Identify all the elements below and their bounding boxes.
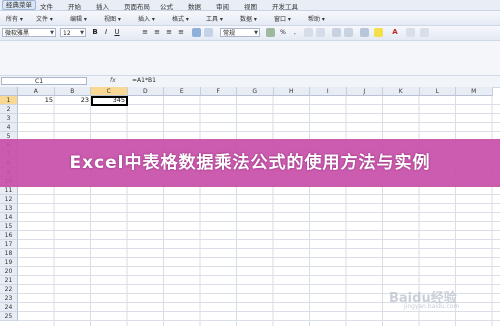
fx-icon[interactable]: fx xyxy=(110,77,116,84)
row-header-17[interactable]: 17 xyxy=(0,240,18,249)
row-header-23[interactable]: 23 xyxy=(0,294,18,303)
row-header-13[interactable]: 13 xyxy=(0,204,18,213)
underline-icon[interactable]: U xyxy=(112,28,122,37)
menu-insert[interactable]: 插入 xyxy=(96,1,109,11)
decrease-decimal-icon[interactable] xyxy=(316,28,325,37)
number-format-select[interactable]: 常规 ▼ xyxy=(220,28,260,37)
menu-developer[interactable]: 开发工具 xyxy=(272,1,298,11)
chevron-down-icon: ▼ xyxy=(254,30,258,36)
cell-b1[interactable]: 23 xyxy=(54,96,89,105)
align-right-icon[interactable]: ≡ xyxy=(164,28,174,37)
menu-review[interactable]: 审阅 xyxy=(216,1,229,11)
menu-formulas[interactable]: 公式 xyxy=(160,1,173,11)
justify-icon[interactable]: ≡ xyxy=(176,28,186,37)
column-header-c[interactable]: C xyxy=(91,87,128,96)
column-header-m[interactable]: M xyxy=(456,87,493,96)
wrap-text-icon[interactable] xyxy=(204,28,213,37)
fill-color-icon[interactable] xyxy=(374,28,383,37)
column-header-a[interactable]: A xyxy=(18,87,55,96)
toolbar-tools[interactable]: 工具 ▾ xyxy=(206,14,223,23)
row-header-21[interactable]: 21 xyxy=(0,276,18,285)
row-header-1[interactable]: 1 xyxy=(0,96,18,105)
formatting-toolbar: 微软雅黑 ▼ 12 ▼ B I U ≡ ≡ ≡ ≡ 常规 ▼ % , A xyxy=(0,26,500,41)
row-header-14[interactable]: 14 xyxy=(0,213,18,222)
column-header-j[interactable]: J xyxy=(346,87,383,96)
toolbar-data[interactable]: 数据 ▾ xyxy=(240,14,257,23)
column-header-g[interactable]: G xyxy=(237,87,274,96)
banner-title: Excel中表格数据乘法公式的使用方法与实例 xyxy=(69,153,431,173)
increase-decimal-icon[interactable] xyxy=(304,28,313,37)
chevron-down-icon: ▼ xyxy=(50,30,54,36)
row-header-20[interactable]: 20 xyxy=(0,267,18,276)
merge-cells-icon[interactable] xyxy=(192,28,201,37)
menu-data[interactable]: 数据 xyxy=(188,1,201,11)
clear-format-icon[interactable] xyxy=(420,28,429,37)
increase-indent-icon[interactable] xyxy=(344,28,353,37)
column-header-k[interactable]: K xyxy=(383,87,420,96)
name-box-value: C1 xyxy=(35,78,44,85)
format-painter-icon[interactable] xyxy=(406,28,415,37)
column-header-e[interactable]: E xyxy=(164,87,201,96)
select-all-corner[interactable] xyxy=(0,87,18,96)
align-left-icon[interactable]: ≡ xyxy=(140,28,150,37)
column-header-d[interactable]: D xyxy=(127,87,164,96)
toolbar-help[interactable]: 帮助 ▾ xyxy=(308,14,325,23)
column-header-h[interactable]: H xyxy=(273,87,310,96)
column-header-b[interactable]: B xyxy=(54,87,91,96)
menu-home[interactable]: 开始 xyxy=(68,1,81,11)
toolbar-file[interactable]: 文件 ▾ xyxy=(36,14,53,23)
column-header-l[interactable]: L xyxy=(419,87,456,96)
active-cell-selection xyxy=(91,96,128,106)
row-header-12[interactable]: 12 xyxy=(0,195,18,204)
toolbar-edit[interactable]: 编辑 ▾ xyxy=(70,14,87,23)
font-size-value: 12 xyxy=(63,30,71,37)
menu-page-layout[interactable]: 页面布局 xyxy=(124,1,150,11)
column-header-i[interactable]: I xyxy=(310,87,347,96)
comma-style-icon[interactable]: , xyxy=(290,28,300,37)
chevron-down-icon: ▼ xyxy=(80,30,84,36)
ribbon-area xyxy=(0,41,500,75)
column-header-f[interactable]: F xyxy=(200,87,237,96)
row-header-2[interactable]: 2 xyxy=(0,105,18,114)
row-header-19[interactable]: 19 xyxy=(0,258,18,267)
toolbar-insert[interactable]: 插入 ▾ xyxy=(138,14,155,23)
formula-input[interactable]: =A1*B1 xyxy=(132,77,156,84)
row-header-25[interactable]: 25 xyxy=(0,312,18,321)
percent-icon[interactable]: % xyxy=(278,28,288,37)
toolbar-all[interactable]: 所有 ▾ xyxy=(6,14,23,23)
row-header-4[interactable]: 4 xyxy=(0,123,18,132)
menu-file[interactable]: 文件 xyxy=(40,1,53,11)
menu-view[interactable]: 视图 xyxy=(244,1,257,11)
align-center-icon[interactable]: ≡ xyxy=(152,28,162,37)
cell-a1[interactable]: 15 xyxy=(18,96,53,105)
font-name-select[interactable]: 微软雅黑 ▼ xyxy=(2,28,56,37)
menu-bar: 经典菜单 文件 开始 插入 页面布局 公式 数据 审阅 视图 开发工具 xyxy=(0,0,500,11)
row-header-18[interactable]: 18 xyxy=(0,249,18,258)
font-name-value: 微软雅黑 xyxy=(5,30,30,37)
number-format-value: 常规 xyxy=(223,30,236,37)
row-header-3[interactable]: 3 xyxy=(0,114,18,123)
name-box[interactable]: C1 xyxy=(1,77,87,85)
row-header-22[interactable]: 22 xyxy=(0,285,18,294)
row-header-15[interactable]: 15 xyxy=(0,222,18,231)
toolbar-view[interactable]: 视图 ▾ xyxy=(104,14,121,23)
font-size-select[interactable]: 12 ▼ xyxy=(60,28,86,37)
baidu-watermark-url: jingyan.baidu.com xyxy=(404,303,460,310)
toolbar-format[interactable]: 格式 ▾ xyxy=(172,14,189,23)
classic-menu-toolbar: 所有 ▾ 文件 ▾ 编辑 ▾ 视图 ▾ 插入 ▾ 格式 ▾ 工具 ▾ 数据 ▾ … xyxy=(0,11,500,26)
font-color-icon[interactable]: A xyxy=(390,28,400,37)
bold-icon[interactable]: B xyxy=(90,28,100,37)
row-header-16[interactable]: 16 xyxy=(0,231,18,240)
toolbar-window[interactable]: 窗口 ▾ xyxy=(274,14,291,23)
borders-icon[interactable] xyxy=(360,28,369,37)
decrease-indent-icon[interactable] xyxy=(332,28,341,37)
menu-classic[interactable]: 经典菜单 xyxy=(2,0,36,10)
row-header-11[interactable]: 11 xyxy=(0,186,18,195)
row-header-24[interactable]: 24 xyxy=(0,303,18,312)
italic-icon[interactable]: I xyxy=(101,28,111,37)
currency-icon[interactable] xyxy=(266,28,275,37)
